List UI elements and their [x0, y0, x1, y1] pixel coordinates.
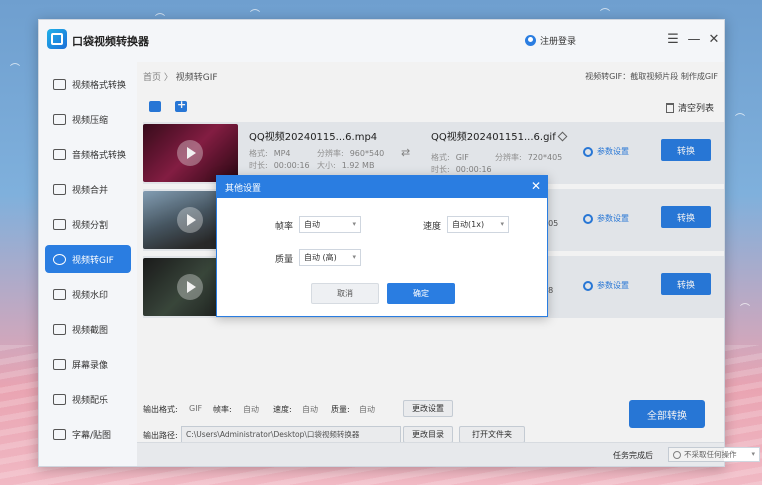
- sidebar-item-video-to-gif[interactable]: 视频转GIF: [45, 245, 131, 273]
- sidebar-item-compress[interactable]: 视频压缩: [45, 105, 131, 133]
- app-title: 口袋视频转换器: [72, 35, 149, 48]
- other-settings-dialog: 其他设置 ✕ 帧率 自动 ▾ 速度 自动(1x) ▾ 质量 自动 (高) ▾ 取…: [216, 175, 548, 317]
- sidebar-item-label: 视频转GIF: [72, 255, 114, 266]
- sidebar-item-watermark[interactable]: 视频水印: [45, 280, 131, 308]
- sidebar-item-label: 音频格式转换: [72, 150, 127, 161]
- dialog-framerate-value: 自动: [304, 220, 320, 229]
- minimize-icon[interactable]: —: [687, 32, 701, 47]
- watermark-icon: [53, 288, 66, 300]
- dialog-quality-select[interactable]: 自动 (高) ▾: [299, 249, 361, 266]
- sidebar-item-label: 视频截图: [72, 325, 109, 336]
- audio-icon: [53, 148, 66, 160]
- menu-icon[interactable]: ☰: [666, 32, 680, 47]
- dialog-cancel-button[interactable]: 取消: [311, 283, 379, 304]
- dialog-title: 其他设置: [225, 183, 262, 194]
- sidebar-item-music[interactable]: 视频配乐: [45, 385, 131, 413]
- sidebar-item-label: 视频分割: [72, 220, 109, 231]
- dialog-speed-value: 自动(1x): [452, 220, 485, 229]
- sidebar-item-screen-record[interactable]: 屏幕录像: [45, 350, 131, 378]
- chevron-down-icon: ▾: [352, 220, 356, 228]
- chevron-down-icon: ▾: [352, 253, 356, 261]
- record-icon: [53, 358, 66, 370]
- chevron-down-icon: ▾: [751, 450, 755, 458]
- sidebar-item-screenshot[interactable]: 视频截图: [45, 315, 131, 343]
- sidebar-item-audio-convert[interactable]: 音频格式转换: [45, 140, 131, 168]
- dialog-speed-label: 速度: [423, 222, 442, 232]
- sidebar-item-subtitle[interactable]: 字幕/贴图: [45, 420, 131, 448]
- split-icon: [53, 218, 66, 230]
- dialog-close-icon[interactable]: ✕: [531, 179, 541, 193]
- sidebar-item-split[interactable]: 视频分割: [45, 210, 131, 238]
- sidebar-item-label: 视频配乐: [72, 395, 109, 406]
- video-icon: [53, 78, 66, 90]
- sidebar: 视频格式转换 视频压缩 音频格式转换 视频合并 视频分割 视频转GIF 视频水印…: [39, 62, 137, 466]
- chevron-down-icon: ▾: [500, 220, 504, 228]
- dialog-quality-label: 质量: [275, 255, 294, 265]
- app-logo-icon: [47, 29, 67, 49]
- music-icon: [53, 393, 66, 405]
- dialog-ok-button[interactable]: 确定: [387, 283, 455, 304]
- dialog-framerate-select[interactable]: 自动 ▾: [299, 216, 361, 233]
- sidebar-item-merge[interactable]: 视频合并: [45, 175, 131, 203]
- sidebar-item-label: 字幕/贴图: [72, 430, 112, 441]
- merge-icon: [53, 183, 66, 195]
- dialog-quality-value: 自动 (高): [304, 253, 337, 262]
- sidebar-item-label: 视频格式转换: [72, 80, 127, 91]
- sidebar-item-label: 视频压缩: [72, 115, 109, 126]
- sidebar-item-label: 视频合并: [72, 185, 109, 196]
- sidebar-item-format-convert[interactable]: 视频格式转换: [45, 70, 131, 98]
- dialog-framerate-label: 帧率: [275, 222, 294, 232]
- login-label: 注册登录: [540, 37, 577, 47]
- sidebar-item-label: 屏幕录像: [72, 360, 109, 371]
- gif-icon: [53, 253, 66, 265]
- title-bar: 口袋视频转换器 注册登录 ☰ — ✕: [39, 20, 724, 62]
- dialog-speed-select[interactable]: 自动(1x) ▾: [447, 216, 509, 233]
- dialog-title-bar: 其他设置 ✕: [217, 176, 547, 198]
- sidebar-item-label: 视频水印: [72, 290, 109, 301]
- login-button[interactable]: 注册登录: [525, 34, 576, 47]
- close-icon[interactable]: ✕: [707, 32, 721, 47]
- subtitle-icon: [53, 428, 66, 440]
- screenshot-icon: [53, 323, 66, 335]
- compress-icon: [53, 113, 66, 125]
- user-icon: [525, 35, 536, 46]
